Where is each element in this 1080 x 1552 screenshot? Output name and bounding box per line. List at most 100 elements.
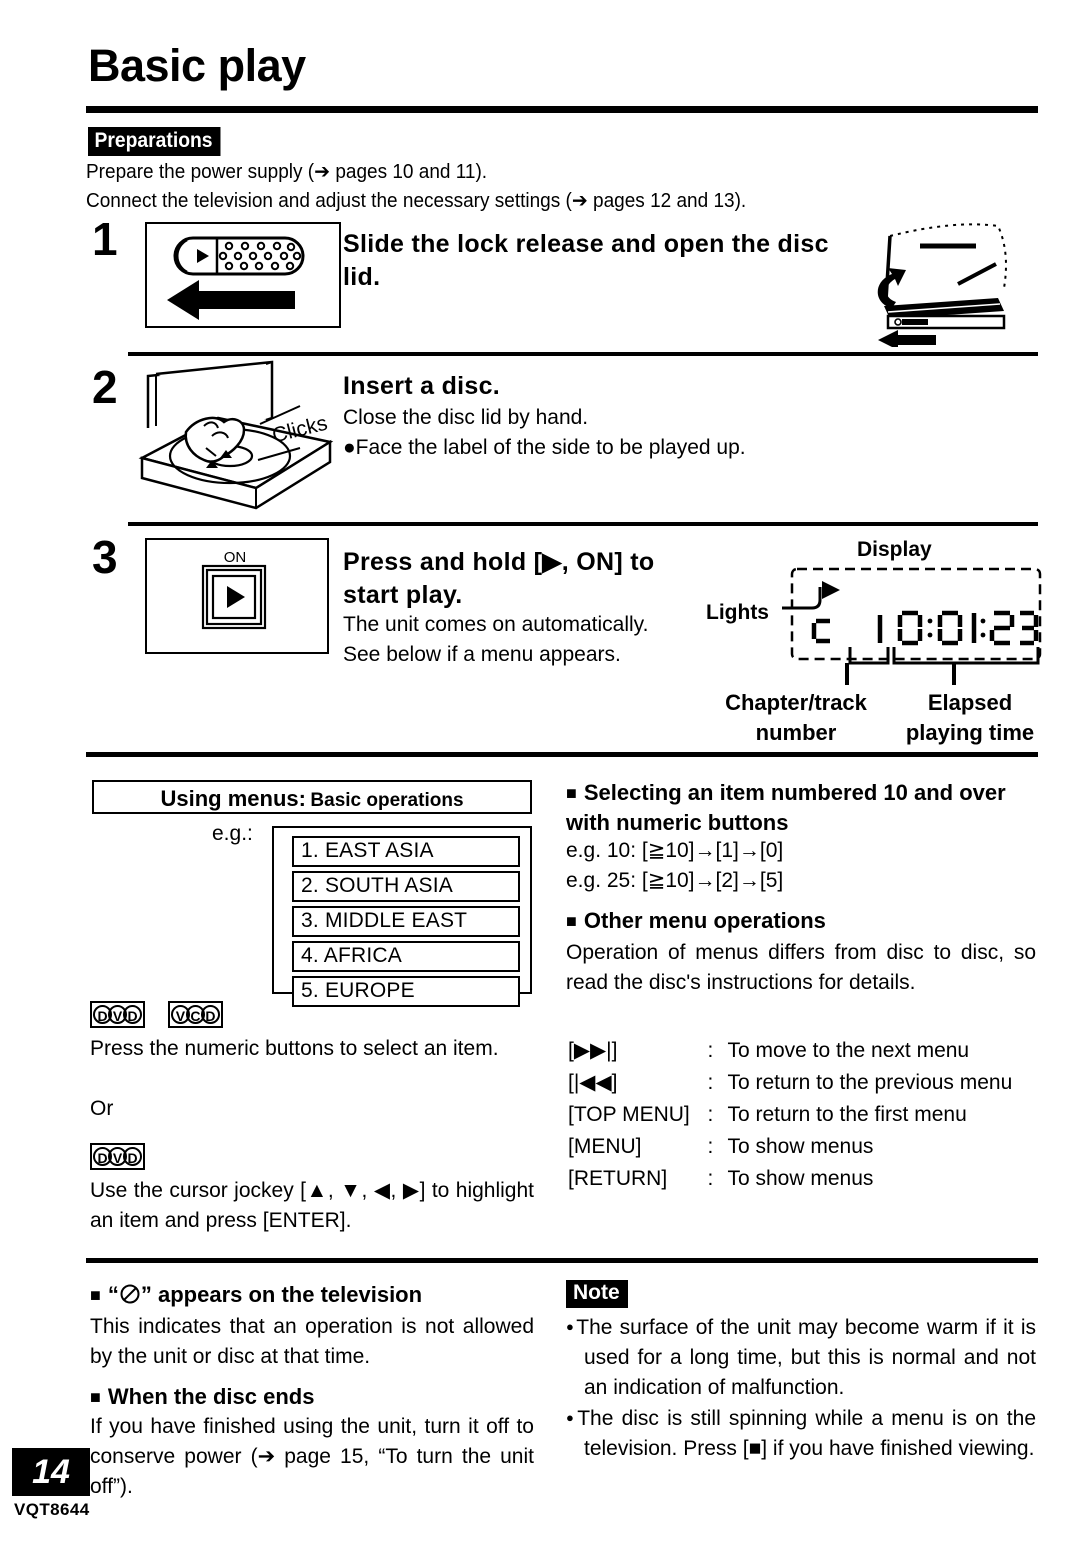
elapsed-time-label-line2: playing time [905,720,1035,745]
prohibited-symbol-heading: “ ” appears on the television [90,1280,540,1310]
key-label: [RETURN] [568,1167,668,1190]
display-callout-title: Display [857,538,932,561]
badge-letter: D [123,1005,142,1024]
preparations-list: Prepare the power supply (➔ pages 10 and… [86,158,1036,216]
key-row: [▶▶|] : To move to the next menu [568,1036,1034,1066]
step-number-3: 3 [92,531,118,583]
step-3-heading: Press and hold [▶, ON] to start play. [343,548,655,609]
key-label: [|◀◀] [568,1071,618,1094]
step-2-body-line: Close the disc lid by hand. [343,406,589,429]
key-label: [TOP MENU] [568,1103,690,1126]
key-description: To move to the next menu [727,1039,970,1062]
disc-ends-text: If you have finished using the unit, tur… [90,1415,534,1498]
eg-label: e.g.: [212,822,253,845]
note-item: The surface of the unit may become warm … [566,1312,1036,1403]
chapter-leader-line [845,663,849,685]
elapsed-leader-line [952,663,956,685]
note-badge: Note [566,1280,628,1308]
menu-example-screen: 1. EAST ASIA 2. SOUTH ASIA 3. MIDDLE EAS… [272,826,532,1007]
badge-letter: D [123,1147,142,1166]
display-lcd [782,565,1048,665]
step-2-heading: Insert a disc. [343,372,501,400]
key-description: To return to the first menu [727,1103,967,1126]
menu-item[interactable]: 1. EAST ASIA [292,836,520,867]
section-divider-top [86,752,1038,757]
disc-ends-heading-text: When the disc ends [107,1384,315,1409]
chapter-track-label: Chapter/track number [716,688,876,748]
step-3-body-line: See below if a menu appears. [343,643,621,666]
menu-item[interactable]: 4. AFRICA [292,941,520,972]
using-menus-subtitle: Basic operations [310,790,464,811]
key-separator: : [707,1135,714,1158]
prohibited-heading-text: ” appears on the television [140,1282,423,1307]
lights-label: Lights [706,601,769,624]
key-row: [RETURN] : To show menus [568,1164,1034,1194]
key-row: [MENU] : To show menus [568,1132,1034,1162]
disc-badges-row-2: DVD [90,1143,145,1170]
key-row: [|◀◀] : To return to the previous menu [568,1068,1034,1098]
prohibited-text: This indicates that an operation is not … [90,1315,534,1368]
step-2-body: Close the disc lid by hand. ●Face the la… [343,403,903,463]
using-menus-title-box: Using menus: Basic operations [92,780,532,814]
note-item-text: The disc is still spinning while a menu … [577,1407,1036,1460]
part-number: VQT8644 [14,1500,90,1519]
other-menu-heading-text: Other menu operations [583,908,826,933]
key-description: To return to the previous menu [727,1071,1013,1094]
step-2-body-line: ●Face the label of the side to be played… [343,436,746,459]
elapsed-time-label-line1: Elapsed [927,690,1013,715]
numeric-section-examples: e.g. 10: [≧10]→[1]→[0] e.g. 25: [≧10]→[2… [566,836,1036,896]
step-1-illustration [145,222,341,328]
page-title: Basic play [88,40,306,91]
note-item-text: The surface of the unit may become warm … [576,1316,1036,1399]
elapsed-time-label: Elapsed playing time [890,688,1050,748]
key-separator: : [707,1039,714,1062]
step-number-2: 2 [92,361,118,413]
key-label: [MENU] [568,1135,642,1158]
step-1-device-illustration [858,212,1033,347]
menu-item[interactable]: 2. SOUTH ASIA [292,871,520,902]
other-menu-text: Operation of menus differs from disc to … [566,941,1036,994]
cursor-jockey-text: Use the cursor jockey [▲, ▼, ◀, ▶] to hi… [90,1179,534,1232]
disc-ends-heading: When the disc ends [90,1382,540,1412]
numeric-example: e.g. 25: [≧10]→[2]→[5] [566,869,784,892]
numeric-select-text: Press the numeric buttons to select an i… [90,1037,499,1060]
preparations-item: Connect the television and adjust the ne… [86,190,747,212]
step-number-1: 1 [92,213,118,265]
key-description: To show menus [727,1167,874,1190]
badge-letter: D [200,1005,220,1024]
menu-key-table: [▶▶|] : To move to the next menu [|◀◀] :… [566,1034,1036,1196]
preparations-badge: Preparations [88,127,221,156]
svg-text:ON: ON [224,549,247,566]
section-divider-bottom [86,1258,1038,1263]
step-3-illustration: ON [145,538,329,654]
page-number: 14 [12,1448,90,1496]
key-separator: : [707,1071,714,1094]
step-divider-1 [128,352,1038,356]
title-rule [86,106,1038,113]
numeric-example: e.g. 10: [≧10]→[1]→[0] [566,839,784,862]
menu-item[interactable]: 5. EUROPE [292,976,520,1007]
chapter-track-label-line1: Chapter/track [725,690,867,715]
key-separator: : [707,1167,714,1190]
key-row: [TOP MENU] : To return to the first menu [568,1100,1034,1130]
dvd-badge: DVD [90,1143,145,1170]
note-item: The disc is still spinning while a menu … [566,1403,1036,1464]
chapter-track-label-line2: number [755,720,837,745]
disc-badges-row-1: DVD VCD [90,1001,223,1028]
step-3-body: The unit comes on automatically. See bel… [343,610,743,670]
manual-page: Basic play Preparations Prepare the powe… [0,0,1080,1552]
note-list: The surface of the unit may become warm … [566,1312,1036,1464]
step-3-body-line: The unit comes on automatically. [343,613,649,636]
quote-open: “ [107,1282,119,1307]
dvd-badge: DVD [90,1001,145,1028]
or-text: Or [90,1097,114,1120]
using-menus-title: Using menus: [160,786,306,811]
menu-item[interactable]: 3. MIDDLE EAST [292,906,520,937]
numeric-section-heading-text: Selecting an item numbered 10 and over w… [566,780,1006,835]
numeric-section-heading: Selecting an item numbered 10 and over w… [566,778,1036,837]
other-menu-heading: Other menu operations [566,906,1036,936]
prohibited-icon [119,1283,141,1305]
step-1-heading: Slide the lock release and open the disc… [343,230,829,291]
vcd-badge: VCD [167,1001,223,1028]
key-description: To show menus [727,1135,874,1158]
